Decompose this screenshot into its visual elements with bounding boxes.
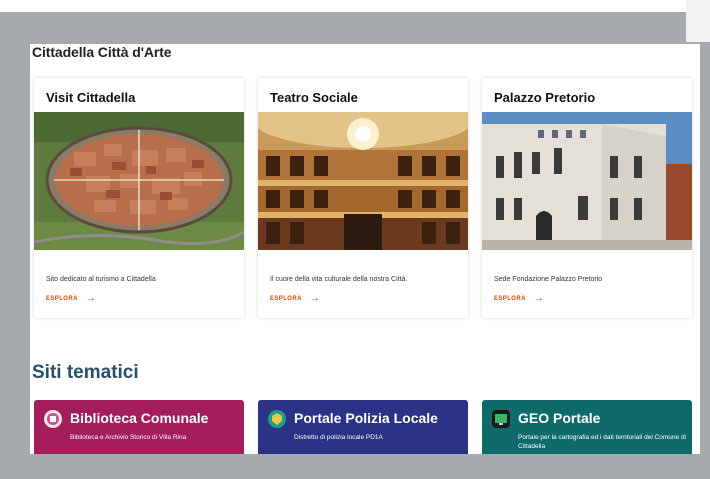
- theater-interior-image: [258, 112, 468, 250]
- explore-link[interactable]: ESPLORA →: [270, 293, 320, 304]
- themes-row: Biblioteca Comunale Biblioteca e Archivi…: [34, 400, 698, 454]
- theme-description: Portale per la cartografia ed i dati ter…: [518, 434, 687, 450]
- card-description: Sede Fondazione Palazzo Pretorio: [494, 276, 603, 283]
- browser-frame-band: [12, 12, 676, 46]
- city-aerial-image: [34, 112, 244, 250]
- arrow-right-icon: →: [309, 293, 321, 304]
- theme-description: Biblioteca e Archivio Storico di Villa R…: [70, 434, 187, 441]
- theme-description: Distretto di polizia locale PD1A: [294, 434, 383, 441]
- cards-row: Visit Cittadella Sito dedicato al turism…: [34, 78, 698, 320]
- theme-polizia-locale[interactable]: Portale Polizia Locale Distretto di poli…: [258, 400, 468, 454]
- arrow-right-icon: →: [85, 293, 97, 304]
- section-title-siti-tematici: Siti tematici: [32, 362, 139, 383]
- arrow-right-icon: →: [533, 293, 545, 304]
- card-palazzo-pretorio[interactable]: Palazzo Pretorio Sede Fondazione Palazzo…: [482, 78, 692, 318]
- theme-biblioteca[interactable]: Biblioteca Comunale Biblioteca e Archivi…: [34, 400, 244, 454]
- page-content: Cittadella Città d'Arte Visit Cittadella: [30, 44, 700, 454]
- palazzo-facade-image: [482, 112, 692, 250]
- theme-title: GEO Portale: [518, 410, 601, 426]
- map-screen-icon: [492, 410, 510, 428]
- card-description: Sito dedicato al turismo a Cittadella: [46, 276, 156, 283]
- theme-geo-portale[interactable]: GEO Portale Portale per la cartografia e…: [482, 400, 692, 454]
- explore-link[interactable]: ESPLORA →: [494, 293, 544, 304]
- card-title: Visit Cittadella: [46, 90, 136, 105]
- card-visit-cittadella[interactable]: Visit Cittadella Sito dedicato al turism…: [34, 78, 244, 318]
- book-circle-icon: [44, 410, 62, 428]
- page-title: Cittadella Città d'Arte: [32, 44, 172, 60]
- card-teatro-sociale[interactable]: Teatro Sociale Il cuore della vita cultu…: [258, 78, 468, 318]
- explore-label: ESPLORA: [494, 295, 526, 302]
- browser-frame-top: [0, 0, 710, 12]
- theme-title: Biblioteca Comunale: [70, 410, 209, 426]
- explore-link[interactable]: ESPLORA →: [46, 293, 96, 304]
- card-title: Palazzo Pretorio: [494, 90, 596, 105]
- theme-title: Portale Polizia Locale: [294, 410, 438, 426]
- card-title: Teatro Sociale: [270, 90, 358, 105]
- explore-label: ESPLORA: [270, 295, 302, 302]
- card-description: Il cuore della vita culturale della nost…: [270, 276, 408, 283]
- window-corner: [686, 0, 710, 42]
- police-badge-icon: [268, 410, 286, 428]
- explore-label: ESPLORA: [46, 295, 78, 302]
